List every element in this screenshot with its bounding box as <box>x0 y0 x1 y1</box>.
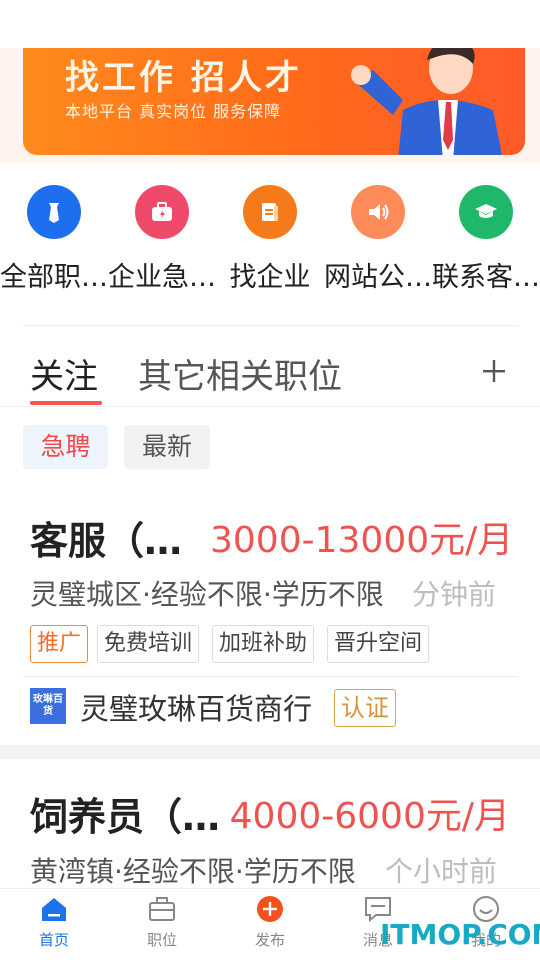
bottom-nav-publish[interactable]: 发布 <box>216 889 324 960</box>
job-title: 饲养员（… <box>30 795 221 839</box>
bottom-nav-label: 发布 <box>254 931 285 949</box>
verified-badge: 认证 <box>334 689 396 727</box>
add-icon[interactable] <box>480 357 508 385</box>
nav-item-all-jobs[interactable]: 全部职… <box>0 185 108 295</box>
nav-item-contact[interactable]: 联系客… <box>432 185 540 295</box>
category-nav: 全部职… 企业急… 找企业 网站公… 联系客… <box>0 185 540 295</box>
watermark-text: ITMOP.COM <box>380 918 540 951</box>
bottom-nav-label: 职位 <box>146 931 177 949</box>
job-salary: 3000-13000元/月 <box>210 520 514 561</box>
job-title: 客服（… <box>30 519 183 563</box>
bottom-nav-home[interactable]: 首页 <box>0 889 108 960</box>
filter-urgent-button[interactable]: 急聘 <box>23 425 108 469</box>
filter-newest-button[interactable]: 最新 <box>124 425 210 469</box>
speaker-icon <box>351 185 405 239</box>
banner-subtitle: 本地平台 真实岗位 服务保障 <box>65 102 282 121</box>
company-logo: 玫琳百货 <box>30 688 66 724</box>
businessman-illustration <box>351 48 502 155</box>
tag: 加班补助 <box>212 625 315 663</box>
company-name[interactable]: 灵璧玫琳百货商行 <box>80 686 312 728</box>
tab-related-jobs[interactable]: 其它相关职位 <box>138 349 342 398</box>
tag: 晋升空间 <box>327 625 430 663</box>
job-meta: 黄湾镇·经验不限·学历不限 <box>30 855 356 888</box>
home-icon <box>42 898 66 921</box>
banner-area: 找工作 招人才 本地平台 真实岗位 服务保障 <box>0 48 540 163</box>
job-meta: 灵璧城区·经验不限·学历不限 <box>30 578 384 611</box>
tie-icon <box>27 185 81 239</box>
briefcase-icon <box>149 897 175 921</box>
divider <box>23 325 517 326</box>
job-tabs: 关注 其它相关职位 <box>0 345 540 407</box>
job-time: 个小时前 <box>385 855 498 888</box>
divider <box>23 676 517 677</box>
job-salary: 4000-6000元/月 <box>229 796 510 837</box>
nav-item-announcements[interactable]: 网站公… <box>324 185 432 295</box>
nav-label: 联系客… <box>432 262 540 293</box>
graduation-cap-icon <box>459 185 513 239</box>
status-bar <box>0 0 540 48</box>
nav-item-companies[interactable]: 找企业 <box>216 185 324 295</box>
tab-follow[interactable]: 关注 <box>30 349 98 398</box>
nav-label: 网站公… <box>324 262 432 293</box>
job-time: 分钟前 <box>412 578 497 611</box>
nav-item-urgent[interactable]: 企业急… <box>108 185 216 295</box>
tab-active-indicator <box>30 401 102 405</box>
plus-circle-icon <box>257 896 283 922</box>
tag: 免费培训 <box>97 625 200 663</box>
nav-label: 全部职… <box>0 262 108 293</box>
nav-label: 找企业 <box>229 262 311 293</box>
promo-banner[interactable]: 找工作 招人才 本地平台 真实岗位 服务保障 <box>23 48 525 155</box>
banner-title: 找工作 招人才 <box>65 58 302 98</box>
briefcase-icon <box>135 185 189 239</box>
bottom-nav-jobs[interactable]: 职位 <box>108 889 216 960</box>
tag-promotion: 推广 <box>30 625 89 663</box>
document-icon <box>243 185 297 239</box>
bottom-nav-label: 首页 <box>38 931 69 949</box>
nav-label: 企业急… <box>108 262 216 293</box>
card-separator <box>0 745 540 759</box>
